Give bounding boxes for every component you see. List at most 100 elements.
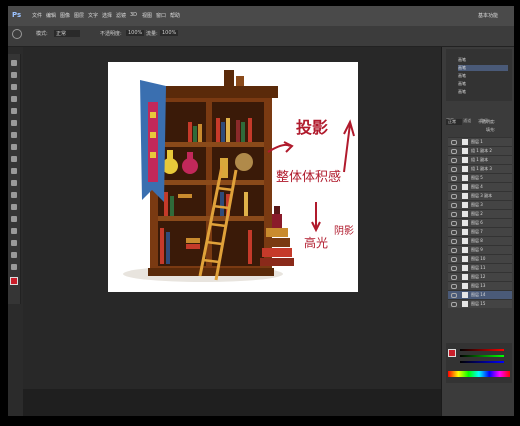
layer-row[interactable]: 图层 6 [448,218,512,227]
menu-item-window[interactable]: 窗口 [156,12,166,19]
eraser-tool-icon[interactable] [11,180,17,186]
annotation-text-highlight: 高光 [304,236,329,250]
layer-row[interactable]: 组 1 副本 [448,155,512,164]
brush-tool-icon[interactable] [11,144,17,150]
mode-label: 模式: [36,31,48,37]
eye-icon[interactable] [451,248,457,253]
layer-row[interactable]: 图层 3 副本 [448,191,512,200]
clone-stamp-tool-icon[interactable] [11,156,17,162]
layer-name: 图层 15 [471,301,486,306]
layer-thumbnail [462,283,468,289]
canvas[interactable]: 投影 整体体积感 高光 阴影 [108,62,358,292]
pen-tool-icon[interactable] [11,228,17,234]
menu-item-filter[interactable]: 滤镜 [116,12,126,19]
menu-item-type[interactable]: 文字 [88,12,98,19]
history-item[interactable]: 画笔 [458,81,466,87]
layer-row-selected[interactable]: 图层 14 [448,290,512,299]
menu-item-layer[interactable]: 图层 [74,12,84,19]
type-tool-icon[interactable] [11,240,17,246]
menu-item-file[interactable]: 文件 [32,12,42,19]
layer-name: 图层 13 [471,283,486,288]
workspace-switcher[interactable]: 基本功能 [478,12,498,19]
eye-icon[interactable] [451,239,457,244]
eye-icon[interactable] [451,284,457,289]
layer-thumbnail [462,247,468,253]
layer-row[interactable]: 图层 3 [448,200,512,209]
eye-icon[interactable] [451,230,457,235]
document-area: 投影 整体体积感 高光 阴影 [23,47,441,389]
menu-item-edit[interactable]: 编辑 [46,12,56,19]
layer-row[interactable]: 图层 10 [448,254,512,263]
tab-channels[interactable]: 通道 [463,118,471,123]
foreground-color-swatch[interactable] [448,349,456,357]
layer-row[interactable]: 图层 4 [448,182,512,191]
layer-name: 组 1 副本 [471,157,489,162]
eye-icon[interactable] [451,266,457,271]
mode-select[interactable]: 正常 [54,30,81,37]
color-slider-r[interactable] [460,349,504,351]
menu-item-view[interactable]: 视图 [142,12,152,19]
color-slider-g[interactable] [460,355,504,357]
menu-item-help[interactable]: 帮助 [170,12,180,19]
color-slider-b[interactable] [460,361,504,363]
menu-item-image[interactable]: 图像 [60,12,70,19]
history-brush-tool-icon[interactable] [11,168,17,174]
menu-item-select[interactable]: 选择 [102,12,112,19]
layer-row[interactable]: 图层 7 [448,227,512,236]
marquee-tool-icon[interactable] [11,72,17,78]
layer-row[interactable]: 图层 8 [448,236,512,245]
eye-icon[interactable] [451,221,457,226]
lasso-tool-icon[interactable] [11,84,17,90]
foreground-color-swatch[interactable] [10,277,18,285]
move-tool-icon[interactable] [11,60,17,66]
layer-row[interactable]: 图层 13 [448,281,512,290]
color-spectrum-bar[interactable] [448,371,510,377]
layer-row[interactable]: 图层 15 [448,299,512,308]
layer-row[interactable]: 图层 9 [448,245,512,254]
layer-thumbnail [462,220,468,226]
eye-icon[interactable] [451,203,457,208]
layer-row[interactable]: 图层 5 [448,173,512,182]
eyedropper-tool-icon[interactable] [11,120,17,126]
eye-icon[interactable] [451,293,457,298]
layer-row[interactable]: 图层 2 [448,209,512,218]
eye-icon[interactable] [451,302,457,307]
eye-icon[interactable] [451,275,457,280]
brush-tool-icon[interactable] [12,29,22,39]
blend-mode-select[interactable]: 正常 [446,119,462,125]
history-item[interactable]: 画笔 [458,57,466,63]
layer-row[interactable]: 组 1 副本 3 [448,164,512,173]
layer-row[interactable]: 图层 12 [448,272,512,281]
opacity-label: 不透明度: [100,31,122,37]
hand-tool-icon[interactable] [11,264,17,270]
menu-item-3d[interactable]: 3D [130,12,137,18]
history-item[interactable]: 画笔 [458,65,508,71]
history-item[interactable]: 画笔 [458,73,466,79]
healing-brush-tool-icon[interactable] [11,132,17,138]
layer-name: 图层 4 [471,184,483,189]
eye-icon[interactable] [451,176,457,181]
crop-tool-icon[interactable] [11,108,17,114]
eye-icon[interactable] [451,257,457,262]
eye-icon[interactable] [451,185,457,190]
blur-tool-icon[interactable] [11,204,17,210]
layer-row[interactable]: 组 1 副本 2 [448,146,512,155]
history-item[interactable]: 画笔 [458,89,466,95]
layer-row[interactable]: 图层 11 [448,263,512,272]
layer-row[interactable]: 图层 1 [448,137,512,146]
eye-icon[interactable] [451,158,457,163]
opacity-field[interactable]: 100% [126,30,145,36]
dodge-tool-icon[interactable] [11,216,17,222]
eye-icon[interactable] [451,212,457,217]
path-selection-tool-icon[interactable] [11,252,17,258]
layer-thumbnail [462,238,468,244]
eye-icon[interactable] [451,140,457,145]
gradient-tool-icon[interactable] [11,192,17,198]
magic-wand-tool-icon[interactable] [11,96,17,102]
flow-field[interactable]: 100% [160,30,179,36]
eye-icon[interactable] [451,194,457,199]
layer-name: 图层 5 [471,175,483,180]
eye-icon[interactable] [451,167,457,172]
eye-icon[interactable] [451,149,457,154]
layer-fill-label: 填充: [486,127,496,132]
